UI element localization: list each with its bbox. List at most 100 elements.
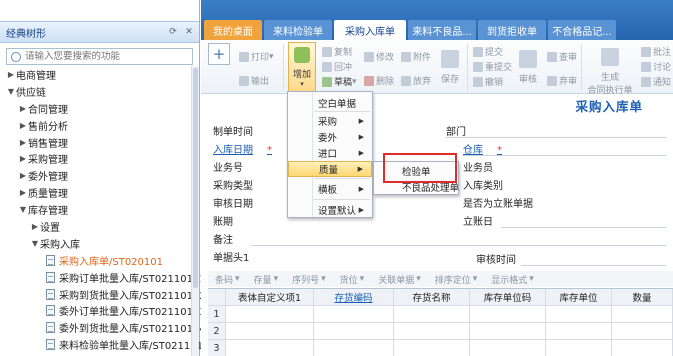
grid-cell[interactable] bbox=[226, 323, 314, 339]
grid-cell[interactable] bbox=[470, 323, 546, 339]
tab-3[interactable]: 来料不良品... bbox=[408, 20, 476, 40]
tree-scrollbar[interactable] bbox=[191, 66, 199, 356]
chevron-down-icon[interactable]: ▼ bbox=[18, 205, 28, 214]
copy-button[interactable]: 复制 bbox=[322, 45, 352, 58]
grid-cell[interactable] bbox=[314, 323, 394, 339]
annotate-button[interactable]: 批注 bbox=[641, 45, 671, 58]
scrollbar-thumb[interactable] bbox=[193, 68, 198, 288]
grid-header-cell[interactable]: 存货编码 bbox=[314, 289, 394, 305]
tree-item[interactable]: 采购到货批量入库/ST02110102 bbox=[0, 286, 206, 303]
chevron-right-icon[interactable]: ▶ bbox=[30, 222, 40, 231]
menu-item[interactable]: 质量 ▶ bbox=[288, 161, 372, 177]
query-audit-button[interactable]: 查审 bbox=[547, 50, 577, 63]
tree-item[interactable]: 委外订单批量入库/ST02110103 bbox=[0, 302, 206, 319]
grid-cell[interactable] bbox=[470, 306, 546, 322]
rollback-button[interactable]: 回冲 bbox=[322, 60, 352, 73]
print-button[interactable]: 打印 ▾ bbox=[239, 50, 274, 63]
submit-button[interactable]: 提交 bbox=[473, 45, 503, 58]
grid-cell[interactable] bbox=[612, 323, 673, 339]
discuss-button[interactable]: 讨论 bbox=[641, 60, 671, 73]
grid-cell[interactable] bbox=[394, 306, 470, 322]
chevron-right-icon[interactable]: ▶ bbox=[18, 121, 28, 130]
grid-cell[interactable] bbox=[546, 323, 612, 339]
grid-toolbar-item[interactable]: 序列号 bbox=[292, 273, 319, 286]
menu-item[interactable]: 委外 ▶ bbox=[288, 129, 372, 145]
grid-header-cell[interactable]: 数量 bbox=[612, 289, 673, 305]
tree-item[interactable]: 采购订单批量入库/ST02110101 bbox=[0, 269, 206, 286]
menu-item[interactable]: 横板 ▶ bbox=[288, 181, 372, 197]
grid-toolbar-item[interactable]: 关联单据 bbox=[378, 273, 414, 286]
tree-item[interactable]: ▶ 电商管理 bbox=[0, 66, 194, 83]
delete-button[interactable]: 删除 bbox=[364, 74, 394, 87]
generate-contract-button[interactable]: 生成 合同执行单 bbox=[587, 48, 633, 96]
grid-cell[interactable] bbox=[226, 340, 314, 356]
add-button[interactable]: 增加 ▾ bbox=[288, 42, 316, 92]
menu-item[interactable]: 进口 ▶ bbox=[288, 145, 372, 161]
close-icon[interactable]: ✕ bbox=[183, 27, 195, 37]
tree-item[interactable]: ▼ 供应链 bbox=[0, 83, 194, 100]
chevron-right-icon[interactable]: ▶ bbox=[18, 171, 28, 180]
warehouse-label[interactable]: 仓库 * bbox=[463, 141, 502, 156]
tree-item[interactable]: ▶ 委外管理 bbox=[0, 167, 194, 184]
chevron-down-icon[interactable]: ▼ bbox=[6, 87, 16, 96]
tab-5[interactable]: 不合格品记... bbox=[548, 20, 616, 40]
tab-4[interactable]: 到货拒收单 bbox=[478, 20, 546, 40]
grid-cell[interactable] bbox=[546, 306, 612, 322]
abandon-button[interactable]: 放弃 bbox=[401, 74, 431, 87]
tree-item[interactable]: 委外到货批量入库/ST02110104 bbox=[0, 319, 206, 336]
chevron-right-icon[interactable]: ▶ bbox=[18, 104, 28, 113]
menu-item[interactable]: 空白单据 bbox=[288, 95, 372, 111]
table-row[interactable]: 3 bbox=[208, 340, 673, 356]
grid-cell[interactable] bbox=[546, 340, 612, 356]
chevron-right-icon[interactable]: ▶ bbox=[18, 138, 28, 147]
modify-button[interactable]: 修改 bbox=[364, 50, 394, 63]
chevron-right-icon[interactable]: ▶ bbox=[18, 154, 28, 163]
search-input[interactable] bbox=[25, 51, 185, 62]
grid-header-cell[interactable] bbox=[208, 289, 226, 305]
tree-item[interactable]: 采购入库单/ST020101 bbox=[0, 252, 194, 269]
refresh-icon[interactable]: ⟳ bbox=[167, 27, 179, 37]
audit-button[interactable]: 审核 bbox=[519, 50, 537, 85]
table-row[interactable]: 2 bbox=[208, 323, 673, 340]
grid-header-cell[interactable]: 表体自定义项1 bbox=[226, 289, 314, 305]
tab-1[interactable]: 来料检验单 bbox=[264, 20, 332, 40]
tree-item[interactable]: ▶ 质量管理 bbox=[0, 184, 194, 201]
grid-cell[interactable] bbox=[314, 340, 394, 356]
revoke-button[interactable]: 撤销 bbox=[473, 75, 503, 88]
tree-item[interactable]: ▶ 合同管理 bbox=[0, 100, 194, 117]
grid-header-cell[interactable]: 存货名称 bbox=[394, 289, 470, 305]
add-row-button[interactable]: + bbox=[208, 43, 230, 65]
resubmit-button[interactable]: 重提交 bbox=[473, 60, 512, 73]
draft-button[interactable]: 草稿 ▾ bbox=[322, 75, 357, 88]
save-button[interactable]: 保存 bbox=[441, 50, 459, 85]
grid-toolbar-item[interactable]: 条码 bbox=[215, 273, 233, 286]
discard-audit-button[interactable]: 弃审 bbox=[547, 74, 577, 87]
attach-button[interactable]: 附件 bbox=[401, 50, 431, 63]
tab-2[interactable]: 采购入库单 bbox=[334, 20, 406, 40]
grid-cell[interactable] bbox=[612, 306, 673, 322]
tree-item[interactable]: ▶ 售前分析 bbox=[0, 117, 194, 134]
tab-0[interactable]: 我的桌面 bbox=[204, 20, 262, 40]
in-date-label[interactable]: 入库日期 * bbox=[213, 141, 272, 156]
grid-cell[interactable] bbox=[314, 306, 394, 322]
chevron-right-icon[interactable]: ▶ bbox=[18, 188, 28, 197]
tree-item[interactable]: ▼ 采购入库 bbox=[0, 235, 194, 252]
table-row[interactable]: 1 bbox=[208, 306, 673, 323]
chevron-down-icon[interactable]: ▼ bbox=[30, 239, 40, 248]
grid-cell[interactable] bbox=[226, 306, 314, 322]
menu-item[interactable]: 设置默认 ▶ bbox=[288, 202, 372, 218]
grid-cell[interactable] bbox=[612, 340, 673, 356]
export-button[interactable]: 输出 bbox=[239, 74, 269, 87]
tree-item[interactable]: ▶ 设置 bbox=[0, 218, 194, 235]
grid-toolbar-item[interactable]: 显示格式 bbox=[491, 273, 527, 286]
tree-item[interactable]: ▼ 库存管理 bbox=[0, 201, 194, 218]
tree-item[interactable]: 来料检验单批量入库/ST02110106 bbox=[0, 336, 216, 353]
tree-item[interactable]: ▶ 采购管理 bbox=[0, 150, 194, 167]
grid-toolbar-item[interactable]: 排序定位 bbox=[435, 273, 471, 286]
tree-item[interactable]: ▶ 销售管理 bbox=[0, 134, 194, 151]
menu-item[interactable]: 采购 ▶ bbox=[288, 113, 372, 129]
grid-cell[interactable] bbox=[394, 323, 470, 339]
grid-cell[interactable] bbox=[470, 340, 546, 356]
grid-header-cell[interactable]: 库存单位 bbox=[546, 289, 612, 305]
grid-toolbar-item[interactable]: 存量 bbox=[254, 273, 272, 286]
